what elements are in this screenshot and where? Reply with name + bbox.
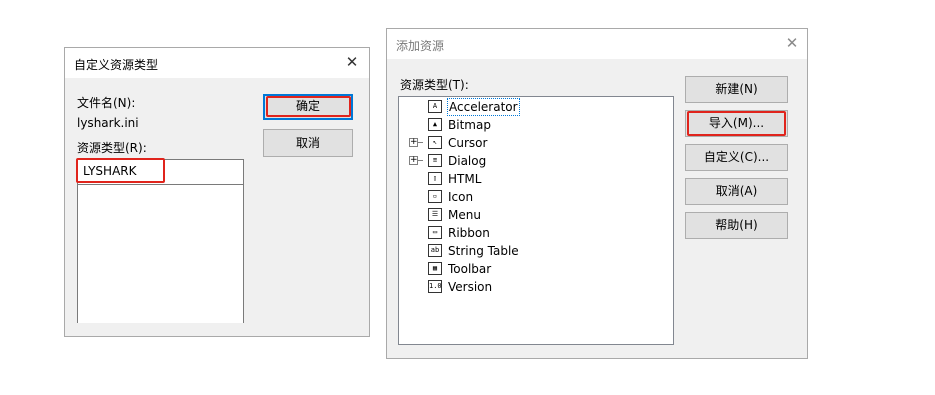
dialog-title: 添加资源 [396,39,445,53]
tree-item-label: Icon [448,190,474,204]
tree-item[interactable]: ab String Table [399,242,673,260]
tree-item-label: Ribbon [448,226,490,240]
cancel-button-label: 取消(A) [715,184,758,198]
custom-resource-type-dialog: 自定义资源类型 ✕ 文件名(N): lyshark.ini 资源类型(R): L… [64,47,370,337]
add-resource-dialog: 添加资源 ✕ 资源类型(T): A Accelerator ▲ Bitmap + ↖ Cur… [386,28,808,359]
close-icon[interactable]: ✕ [783,34,801,52]
tree-item[interactable]: ▫ Icon [399,188,673,206]
resource-type-tree[interactable]: A Accelerator ▲ Bitmap + ↖ Cursor + ≡ Dialog ▯ HTML… [398,96,674,345]
tree-item[interactable]: ▲ Bitmap [399,116,673,134]
tree-item-label: Dialog [448,154,487,168]
cancel-button[interactable]: 取消(A) [685,178,788,205]
tree-connector-line [418,142,423,143]
toolbar-icon: ▦ [428,262,442,275]
menu-icon: ☰ [428,208,442,221]
dialog-title: 自定义资源类型 [74,58,159,72]
tree-item[interactable]: A Accelerator [399,98,673,116]
cursor-icon: ↖ [428,136,442,149]
tree-item[interactable]: ▯ HTML [399,170,673,188]
tree-item[interactable]: ▦ Toolbar [399,260,673,278]
new-button[interactable]: 新建(N) [685,76,788,103]
cancel-button-label: 取消 [295,136,320,150]
tree-item-label: Bitmap [448,118,491,132]
tree-item-label: Version [448,280,493,294]
accelerator-icon: A [428,100,442,113]
expand-plus-icon[interactable]: + [409,138,418,147]
file-name-value: lyshark.ini [77,116,139,130]
highlight-ok-button [266,96,351,117]
cancel-button[interactable]: 取消 [263,129,353,157]
bitmap-icon: ▲ [428,118,442,131]
resource-type-tree-label: 资源类型(T): [400,78,469,92]
tree-connector-line [418,160,423,161]
file-name-label: 文件名(N): [77,96,136,110]
tree-item[interactable]: + ≡ Dialog [399,152,673,170]
tree-item-label: Accelerator [447,98,520,116]
dialog-titlebar: 自定义资源类型 ✕ [65,48,369,78]
resource-type-list[interactable] [77,185,244,323]
dialog-icon: ≡ [428,154,442,167]
tree-item[interactable]: ▭ Ribbon [399,224,673,242]
highlight-import-button [687,111,786,136]
tree-item-label: HTML [448,172,482,186]
icon-resource-icon: ▫ [428,190,442,203]
dialog-titlebar: 添加资源 ✕ [387,29,807,59]
version-icon: 1.0 [428,280,442,293]
string-table-icon: ab [428,244,442,257]
tree-item-label: Cursor [448,136,488,150]
tree-item[interactable]: + ↖ Cursor [399,134,673,152]
help-button-label: 帮助(H) [715,218,758,232]
resource-type-label: 资源类型(R): [77,141,147,155]
html-icon: ▯ [428,172,442,185]
new-button-label: 新建(N) [715,82,758,96]
help-button[interactable]: 帮助(H) [685,212,788,239]
tree-item[interactable]: 1.0 Version [399,278,673,296]
custom-button[interactable]: 自定义(C)... [685,144,788,171]
close-icon[interactable]: ✕ [343,53,361,71]
ribbon-icon: ▭ [428,226,442,239]
highlight-type-input [76,158,165,183]
tree-item[interactable]: ☰ Menu [399,206,673,224]
custom-button-label: 自定义(C)... [703,150,770,164]
tree-item-label: Toolbar [448,262,492,276]
tree-item-label: String Table [448,244,519,258]
expand-plus-icon[interactable]: + [409,156,418,165]
tree-item-label: Menu [448,208,481,222]
